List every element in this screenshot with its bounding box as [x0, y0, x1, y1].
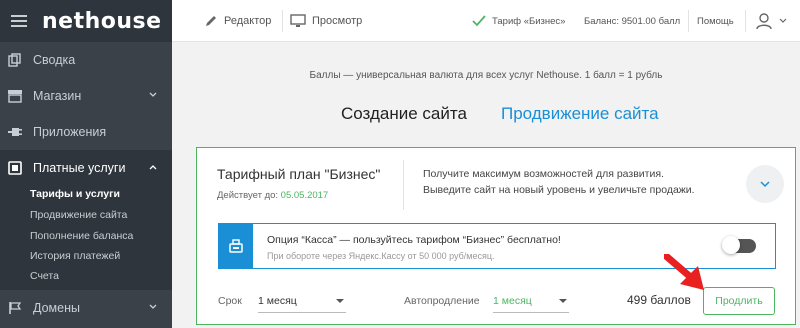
chevron-up-icon	[149, 165, 157, 170]
plug-icon	[7, 124, 23, 140]
sidebar-item-label: Домены	[33, 301, 80, 315]
plan-description: Получите максимум возможностей для разви…	[423, 166, 695, 198]
points-info: Баллы — универсальная валюта для всех ус…	[309, 70, 663, 81]
chevron-down-icon	[779, 18, 787, 23]
card-icon	[7, 160, 23, 176]
valid-label: Действует до:	[217, 190, 279, 201]
sidebar-item-summary[interactable]: Сводка	[0, 42, 172, 78]
sidebar-subitem-promotion[interactable]: Продвижение сайта	[30, 209, 127, 221]
divider	[282, 10, 283, 32]
sidebar-header: nethouse	[0, 0, 172, 42]
pencil-icon	[206, 16, 216, 26]
preview-button[interactable]: Просмотр	[290, 0, 362, 42]
sidebar-item-label: Приложения	[33, 125, 107, 139]
user-menu[interactable]	[755, 0, 787, 42]
term-select[interactable]: 1 месяц	[258, 289, 346, 313]
sidebar-item-label: Платные услуги	[33, 161, 126, 175]
sidebar-subitem-history[interactable]: История платежей	[30, 250, 120, 262]
tab-site-creation[interactable]: Создание сайта	[341, 104, 467, 124]
extend-button[interactable]: Продлить	[703, 287, 775, 315]
user-icon	[756, 13, 772, 30]
sidebar-item-shop[interactable]: Магазин	[0, 78, 172, 114]
plan-title: Тарифный план "Бизнес"	[217, 166, 381, 182]
price: 499 баллов	[627, 293, 691, 307]
shop-icon	[7, 88, 23, 104]
plan-valid-until: Действует до: 05.05.2017	[217, 190, 328, 201]
flag-icon	[7, 300, 23, 316]
tariff-link[interactable]: Тариф «Бизнес»	[472, 0, 565, 42]
tariff-label: Тариф «Бизнес»	[492, 15, 566, 27]
caret-down-icon	[559, 299, 567, 303]
divider	[403, 160, 404, 210]
plan-desc-line: Получите максимум возможностей для разви…	[423, 168, 664, 180]
toggle-knob	[722, 236, 740, 254]
kassa-title: Опция “Касса” — пользуйтесь тарифом “Биз…	[267, 234, 561, 246]
term-value: 1 месяц	[258, 295, 297, 307]
help-label: Помощь	[697, 15, 734, 27]
tab-site-promotion[interactable]: Продвижение сайта	[501, 104, 659, 124]
chevron-down-icon	[760, 181, 770, 188]
term-label: Срок	[218, 295, 242, 307]
sidebar-item-paid-services[interactable]: Платные услуги	[0, 150, 172, 186]
chevron-down-icon	[149, 304, 157, 309]
autorenew-value: 1 месяц	[493, 295, 532, 307]
tariff-card: Тарифный план "Бизнес" Действует до: 05.…	[196, 147, 796, 325]
balance-link[interactable]: Баланс: 9501.00 балл	[584, 0, 680, 42]
sidebar-item-label: Магазин	[33, 89, 82, 103]
checkmark-icon	[472, 15, 486, 27]
preview-label: Просмотр	[312, 15, 363, 27]
autorenew-select[interactable]: 1 месяц	[493, 289, 569, 313]
help-link[interactable]: Помощь	[697, 0, 734, 42]
sidebar-item-apps[interactable]: Приложения	[0, 114, 172, 150]
logo[interactable]: nethouse	[42, 9, 162, 34]
divider	[688, 10, 689, 32]
topbar: Редактор Просмотр Тариф «Бизнес» Баланс:…	[172, 0, 800, 42]
sidebar-subitem-invoices[interactable]: Счета	[30, 270, 59, 282]
cash-register-icon	[219, 224, 253, 268]
sidebar-subitem-tariffs[interactable]: Тарифы и услуги	[30, 188, 120, 200]
editor-label: Редактор	[224, 15, 272, 27]
sidebar: nethouse Сводка Магазин Приложения Платн…	[0, 0, 172, 328]
editor-button[interactable]: Редактор	[204, 0, 271, 42]
autorenew-label: Автопродление	[404, 295, 480, 307]
kassa-subtitle: При обороте через Яндекс.Кассу от 50 000…	[267, 251, 495, 261]
balance-label: Баланс: 9501.00 балл	[584, 15, 681, 27]
sidebar-subitem-topup[interactable]: Пополнение баланса	[30, 230, 133, 242]
copy-icon	[7, 52, 23, 68]
menu-icon[interactable]	[0, 0, 38, 42]
divider	[745, 10, 746, 32]
monitor-icon	[290, 14, 306, 27]
pointer-arrow-icon	[664, 254, 704, 290]
valid-date: 05.05.2017	[280, 190, 329, 201]
chevron-down-icon	[149, 92, 157, 97]
plan-desc-line: Выведите сайт на новый уровень и увеличь…	[423, 184, 695, 196]
kassa-toggle[interactable]	[722, 236, 756, 254]
caret-down-icon	[336, 299, 344, 303]
sidebar-item-label: Сводка	[33, 53, 76, 67]
sidebar-item-domains[interactable]: Домены	[0, 290, 172, 326]
expand-button[interactable]	[746, 165, 784, 203]
